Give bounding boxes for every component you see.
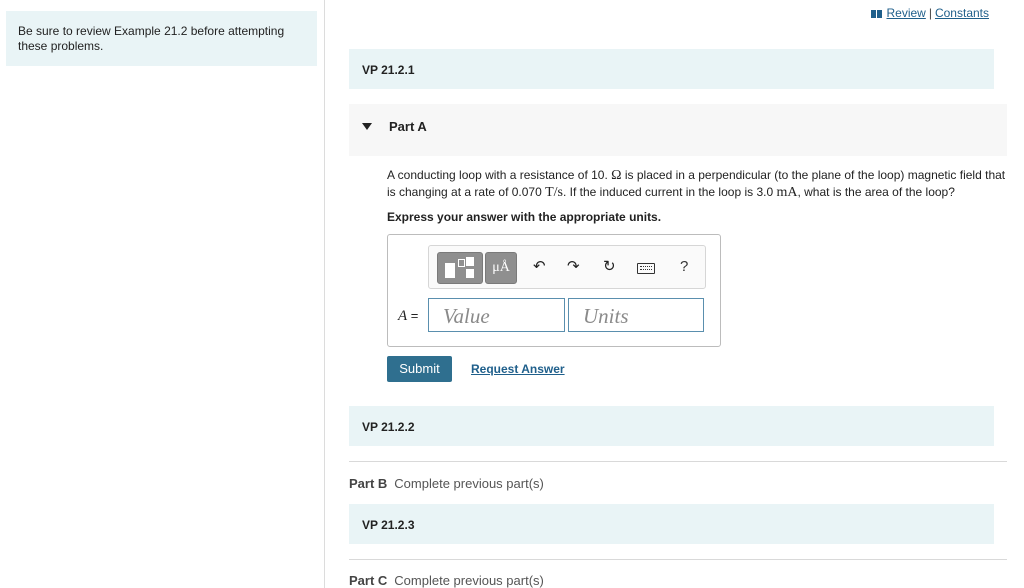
value-input[interactable]: Value xyxy=(428,298,565,332)
request-answer-link[interactable]: Request Answer xyxy=(471,362,565,376)
answer-variable-label: A = xyxy=(398,308,419,324)
submit-button[interactable]: Submit xyxy=(387,356,452,382)
part-b-row[interactable]: Part B Complete previous part(s) xyxy=(349,476,544,491)
help-icon[interactable]: ? xyxy=(680,258,688,276)
question-text: A conducting loop with a resistance of 1… xyxy=(387,168,1006,200)
templates-icon[interactable] xyxy=(437,252,483,284)
collapse-triangle-icon[interactable] xyxy=(362,123,372,130)
divider xyxy=(349,559,1007,560)
book-icon xyxy=(871,9,883,18)
part-c-row[interactable]: Part C Complete previous part(s) xyxy=(349,573,544,588)
answer-instructions: Express your answer with the appropriate… xyxy=(387,210,662,224)
left-panel: Be sure to review Example 21.2 before at… xyxy=(0,0,325,588)
math-toolbar: μÅ ↶ ↷ ↻ ? xyxy=(428,245,706,289)
part-a-header[interactable]: Part A xyxy=(349,104,1007,156)
redo-icon[interactable]: ↷ xyxy=(567,258,580,276)
section-title: VP 21.2.1 xyxy=(362,63,415,77)
review-link[interactable]: Review xyxy=(886,6,925,20)
undo-icon[interactable]: ↶ xyxy=(533,258,546,276)
constants-link[interactable]: Constants xyxy=(935,6,989,20)
part-a-title: Part A xyxy=(389,119,427,134)
reset-icon[interactable]: ↻ xyxy=(603,258,616,276)
divider xyxy=(349,461,1007,462)
section-header-vp1: VP 21.2.1 xyxy=(349,49,994,89)
answer-box: μÅ ↶ ↷ ↻ ? A = Value Units xyxy=(387,234,721,347)
review-note: Be sure to review Example 21.2 before at… xyxy=(6,11,317,66)
main-panel: Review | Constants VP 21.2.1 Part A A cond… xyxy=(325,0,1024,588)
section-title: VP 21.2.3 xyxy=(362,518,415,532)
top-links: Review | Constants xyxy=(871,6,989,20)
units-input[interactable]: Units xyxy=(568,298,704,332)
units-button[interactable]: μÅ xyxy=(485,252,517,284)
keyboard-icon[interactable] xyxy=(637,263,655,274)
section-title: VP 21.2.2 xyxy=(362,420,415,434)
section-header-vp2: VP 21.2.2 xyxy=(349,406,994,446)
section-header-vp3: VP 21.2.3 xyxy=(349,504,994,544)
link-separator: | xyxy=(928,6,932,20)
